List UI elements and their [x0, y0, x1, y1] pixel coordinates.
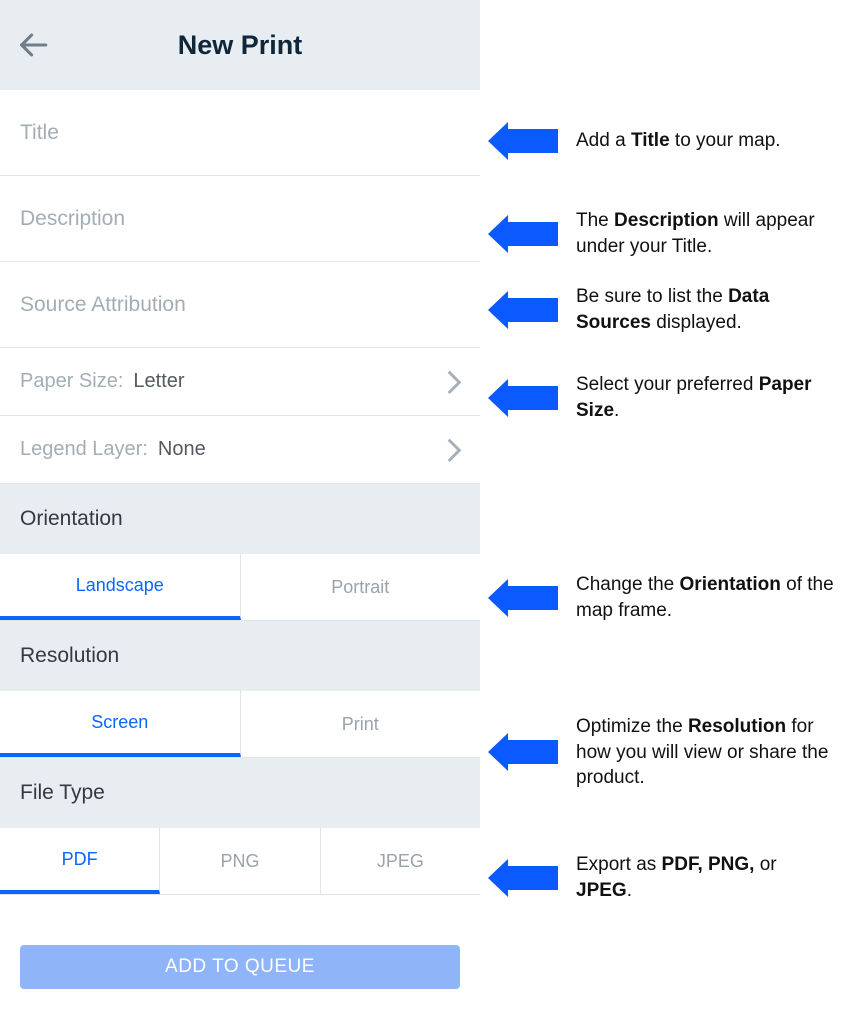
print-panel: New Print Paper Size: Letter Legend Laye…	[0, 0, 480, 1009]
callout-paper-size: Select your preferred Paper Size.	[488, 372, 836, 423]
back-arrow-icon[interactable]	[16, 28, 50, 62]
paper-size-row[interactable]: Paper Size: Letter	[0, 348, 480, 416]
callouts-column: Add a Title to your map. The Description…	[480, 0, 851, 1009]
callout-text: Optimize the Resolution for how you will…	[576, 714, 836, 791]
tab-png[interactable]: PNG	[160, 828, 320, 894]
tab-print[interactable]: Print	[241, 691, 481, 757]
callout-description: The Description will appear under your T…	[488, 208, 836, 259]
legend-layer-label: Legend Layer:	[20, 438, 148, 461]
legend-layer-row[interactable]: Legend Layer: None	[0, 416, 480, 484]
source-attribution-input[interactable]	[20, 293, 460, 317]
tab-jpeg[interactable]: JPEG	[321, 828, 480, 894]
legend-layer-value: None	[158, 438, 206, 461]
arrow-left-icon	[488, 379, 558, 417]
filetype-header: File Type	[0, 758, 480, 828]
callout-text: Add a Title to your map.	[576, 128, 781, 154]
filetype-tabs: PDF PNG JPEG	[0, 828, 480, 895]
panel-header: New Print	[0, 0, 480, 90]
tab-screen[interactable]: Screen	[0, 691, 241, 757]
description-row	[0, 176, 480, 262]
callout-text: Change the Orientation of the map frame.	[576, 572, 836, 623]
arrow-left-icon	[488, 291, 558, 329]
callout-text: Be sure to list the Data Sources display…	[576, 284, 836, 335]
source-attribution-row	[0, 262, 480, 348]
callout-orientation: Change the Orientation of the map frame.	[488, 572, 836, 623]
callout-text: Select your preferred Paper Size.	[576, 372, 836, 423]
chevron-right-icon	[446, 437, 462, 463]
arrow-left-icon	[488, 733, 558, 771]
arrow-left-icon	[488, 579, 558, 617]
add-to-queue-button[interactable]: ADD TO QUEUE	[20, 945, 460, 989]
title-row	[0, 90, 480, 176]
arrow-left-icon	[488, 859, 558, 897]
callout-text: Export as PDF, PNG, or JPEG.	[576, 852, 836, 903]
arrow-left-icon	[488, 215, 558, 253]
arrow-left-icon	[488, 122, 558, 160]
resolution-tabs: Screen Print	[0, 691, 480, 758]
resolution-header: Resolution	[0, 621, 480, 691]
callout-title: Add a Title to your map.	[488, 122, 781, 160]
description-input[interactable]	[20, 207, 460, 231]
paper-size-value: Letter	[133, 370, 184, 393]
callout-source: Be sure to list the Data Sources display…	[488, 284, 836, 335]
page-title: New Print	[0, 30, 480, 61]
tab-landscape[interactable]: Landscape	[0, 554, 241, 620]
callout-filetype: Export as PDF, PNG, or JPEG.	[488, 852, 836, 903]
tab-portrait[interactable]: Portrait	[241, 554, 481, 620]
queue-wrap: ADD TO QUEUE	[0, 895, 480, 1009]
orientation-tabs: Landscape Portrait	[0, 554, 480, 621]
title-input[interactable]	[20, 121, 460, 145]
orientation-header: Orientation	[0, 484, 480, 554]
paper-size-label: Paper Size:	[20, 370, 123, 393]
callout-resolution: Optimize the Resolution for how you will…	[488, 714, 836, 791]
chevron-right-icon	[446, 369, 462, 395]
tab-pdf[interactable]: PDF	[0, 828, 160, 894]
callout-text: The Description will appear under your T…	[576, 208, 836, 259]
